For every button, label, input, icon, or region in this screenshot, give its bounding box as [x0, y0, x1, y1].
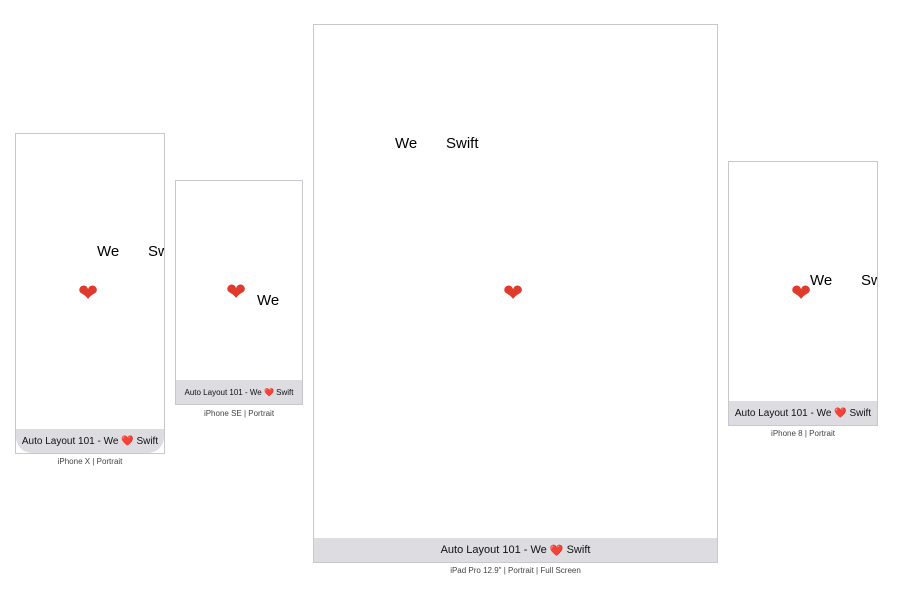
device-caption: iPad Pro 12.9" | Portrait | Full Screen	[450, 566, 581, 575]
nav-title-prefix: Auto Layout 101 - We	[184, 387, 262, 397]
device-caption: iPhone X | Portrait	[57, 457, 123, 466]
heart-icon: ❤️	[121, 435, 134, 447]
ipad-pro-preview[interactable]: We Swift ❤ Auto Layout 101 - We ❤️ Swift	[313, 24, 718, 563]
swift-label: Swift	[861, 272, 877, 289]
nav-title-prefix: Auto Layout 101 - We	[440, 544, 547, 556]
heart-icon: ❤️	[834, 407, 847, 419]
we-label: We	[810, 272, 833, 289]
iphone-se-preview[interactable]: ❤ We Auto Layout 101 - We ❤️ Swift	[175, 180, 303, 405]
iphone-x-preview[interactable]: We Swift ❤ Auto Layout 101 - We ❤️ Swift	[15, 133, 165, 454]
we-label: We	[395, 135, 418, 152]
nav-title-prefix: Auto Layout 101 - We	[21, 435, 119, 447]
nav-title-suffix: Swift	[849, 407, 872, 419]
heart-icon: ❤	[503, 280, 524, 307]
swift-label: Swift	[446, 135, 479, 152]
nav-title-prefix: Auto Layout 101 - We	[734, 407, 832, 419]
navigation-bar: Auto Layout 101 - We ❤️ Swift	[176, 380, 302, 404]
heart-icon: ❤	[226, 279, 247, 306]
heart-icon: ❤	[78, 280, 99, 307]
nav-title-suffix: Swift	[276, 387, 294, 397]
nav-title-suffix: Swift	[566, 544, 591, 556]
swift-label: Swift	[148, 243, 164, 260]
heart-icon: ❤	[791, 280, 812, 307]
navigation-bar: Auto Layout 101 - We ❤️ Swift	[314, 538, 717, 562]
device-caption: iPhone SE | Portrait	[203, 409, 275, 418]
we-label: We	[97, 243, 120, 260]
heart-icon: ❤️	[549, 544, 564, 557]
device-caption: iPhone 8 | Portrait	[771, 429, 835, 438]
iphone-8-preview[interactable]: We Swift ❤ Auto Layout 101 - We ❤️ Swift	[728, 161, 878, 426]
nav-title-suffix: Swift	[136, 435, 159, 447]
we-label: We	[257, 292, 280, 309]
heart-icon: ❤️	[263, 387, 274, 397]
navigation-bar: Auto Layout 101 - We ❤️ Swift	[729, 401, 877, 425]
navigation-bar: Auto Layout 101 - We ❤️ Swift	[16, 429, 164, 453]
